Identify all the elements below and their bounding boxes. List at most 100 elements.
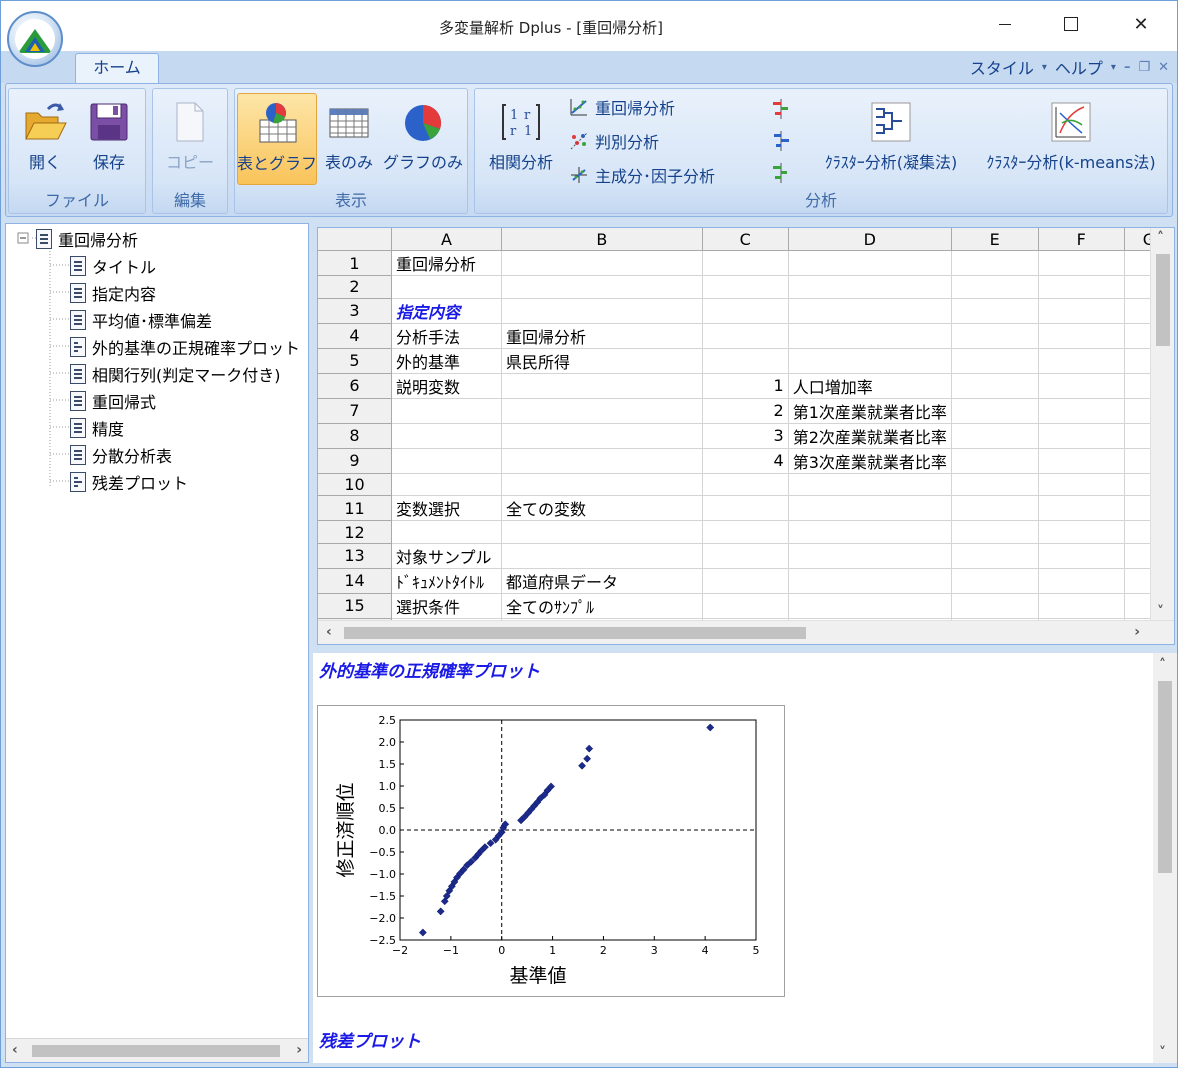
cell-e[interactable] xyxy=(951,348,1039,374)
cell-f[interactable] xyxy=(1038,373,1125,399)
cell-f[interactable] xyxy=(1038,448,1125,474)
cell-a[interactable] xyxy=(391,448,503,474)
row-header[interactable]: 6 xyxy=(318,373,393,399)
cell-a[interactable]: 変数選択 xyxy=(391,495,503,522)
table-only-button[interactable]: 表のみ xyxy=(319,93,379,185)
tree-item-anova-table[interactable]: 分散分析表 xyxy=(70,444,172,466)
cell-a[interactable]: 説明変数 xyxy=(391,373,503,399)
variable-chart-icon-2[interactable] xyxy=(769,129,793,153)
cell-d[interactable] xyxy=(788,593,952,619)
chevron-down-icon[interactable]: ▾ xyxy=(1111,62,1116,73)
mdi-minimize-icon[interactable]: – xyxy=(1124,60,1131,75)
cluster-kmeans-button[interactable]: ｸﾗｽﾀｰ分析(k-means法) xyxy=(977,93,1165,185)
cell-c[interactable] xyxy=(702,348,789,374)
cell-e[interactable] xyxy=(951,423,1039,449)
cell-a[interactable]: 重回帰分析 xyxy=(391,250,503,277)
cell-f[interactable] xyxy=(1038,495,1125,522)
scroll-down-icon[interactable]: ˅ xyxy=(1159,1045,1166,1061)
cell-e[interactable] xyxy=(951,543,1039,569)
copy-button[interactable]: コピー xyxy=(159,93,221,185)
cell-a[interactable]: 指定内容 xyxy=(391,298,503,324)
cell-d[interactable] xyxy=(788,250,952,277)
tree-item-mean-sd[interactable]: 平均値･標準偏差 xyxy=(70,309,212,331)
tree-item-normal-probability-plot[interactable]: 外的基準の正規確率プロット xyxy=(70,336,300,358)
cell-e[interactable] xyxy=(951,473,1039,497)
cell-d[interactable] xyxy=(788,495,952,522)
cell-b[interactable]: 全てのｻﾝﾌﾟﾙ xyxy=(501,593,703,619)
scroll-left-icon[interactable]: ‹ xyxy=(12,1042,18,1058)
scroll-right-icon[interactable]: › xyxy=(1134,624,1140,640)
scrollbar-thumb[interactable] xyxy=(32,1045,280,1057)
mdi-close-icon[interactable]: ✕ xyxy=(1158,60,1169,75)
save-button[interactable]: 保存 xyxy=(79,93,139,185)
row-header[interactable]: 2 xyxy=(318,275,393,299)
cell-f[interactable] xyxy=(1038,593,1125,619)
row-header[interactable]: 13 xyxy=(318,543,393,569)
row-header[interactable]: 8 xyxy=(318,423,393,449)
cell-a[interactable] xyxy=(391,275,503,299)
cell-e[interactable] xyxy=(951,250,1039,277)
cell-e[interactable] xyxy=(951,495,1039,522)
cell-f[interactable] xyxy=(1038,543,1125,569)
cell-a[interactable] xyxy=(391,520,503,544)
tree-item-title[interactable]: タイトル xyxy=(70,255,156,277)
corner-cell[interactable] xyxy=(318,228,393,252)
scroll-down-icon[interactable]: ˅ xyxy=(1157,604,1164,620)
cell-e[interactable] xyxy=(951,593,1039,619)
cell-e[interactable] xyxy=(951,448,1039,474)
cell-f[interactable] xyxy=(1038,423,1125,449)
cell-f[interactable] xyxy=(1038,323,1125,349)
row-header[interactable]: 1 xyxy=(318,250,393,277)
cell-f[interactable] xyxy=(1038,520,1125,544)
column-header-b[interactable]: B xyxy=(501,228,703,252)
cell-b[interactable] xyxy=(501,520,703,544)
cell-d[interactable]: 第1次産業就業者比率 xyxy=(788,398,952,424)
scrollbar-thumb[interactable] xyxy=(1158,681,1172,873)
cell-d[interactable] xyxy=(788,275,952,299)
cell-b[interactable]: 県民所得 xyxy=(501,348,703,374)
scroll-right-icon[interactable]: › xyxy=(296,1042,302,1058)
cell-c[interactable] xyxy=(702,298,789,324)
cell-b[interactable] xyxy=(501,473,703,497)
column-header-d[interactable]: D xyxy=(788,228,952,252)
column-header-a[interactable]: A xyxy=(391,228,503,252)
cell-a[interactable] xyxy=(391,398,503,424)
row-header[interactable]: 3 xyxy=(318,298,393,324)
open-button[interactable]: 開く xyxy=(15,93,75,185)
cell-a[interactable]: 選択条件 xyxy=(391,593,503,619)
cell-f[interactable] xyxy=(1038,568,1125,594)
cell-d[interactable]: 人口増加率 xyxy=(788,373,952,399)
row-header[interactable]: 14 xyxy=(318,568,393,594)
row-header[interactable]: 4 xyxy=(318,323,393,349)
cell-a[interactable] xyxy=(391,423,503,449)
help-menu[interactable]: ヘルプ xyxy=(1055,55,1103,79)
cell-e[interactable] xyxy=(951,275,1039,299)
cell-f[interactable] xyxy=(1038,398,1125,424)
correlation-analysis-button[interactable]: 1 r r 1 相関分析 xyxy=(479,93,563,185)
cell-b[interactable]: 都道府県データ xyxy=(501,568,703,594)
cell-f[interactable] xyxy=(1038,275,1125,299)
report-vertical-scrollbar[interactable]: ˄ ˅ xyxy=(1153,653,1177,1063)
sheet-horizontal-scrollbar[interactable]: ‹ › xyxy=(318,620,1174,644)
cell-e[interactable] xyxy=(951,373,1039,399)
pca-factor-analysis-button[interactable]: 主成分･因子分析 xyxy=(569,161,715,189)
cell-b[interactable] xyxy=(501,250,703,277)
cell-d[interactable] xyxy=(788,473,952,497)
cell-e[interactable] xyxy=(951,520,1039,544)
cell-b[interactable] xyxy=(501,398,703,424)
cell-b[interactable]: 全ての変数 xyxy=(501,495,703,522)
close-button[interactable]: ✕ xyxy=(1121,9,1161,39)
scrollbar-thumb[interactable] xyxy=(1156,254,1170,346)
cell-f[interactable] xyxy=(1038,250,1125,277)
cell-b[interactable] xyxy=(501,543,703,569)
cell-c[interactable]: 4 xyxy=(702,448,789,474)
cell-f[interactable] xyxy=(1038,298,1125,324)
cell-b[interactable] xyxy=(501,298,703,324)
minimize-button[interactable] xyxy=(985,9,1025,39)
cell-c[interactable] xyxy=(702,495,789,522)
cell-d[interactable] xyxy=(788,520,952,544)
row-header[interactable]: 12 xyxy=(318,520,393,544)
mdi-restore-icon[interactable]: ❐ xyxy=(1138,60,1150,75)
graph-only-button[interactable]: グラフのみ xyxy=(383,93,463,185)
column-header-e[interactable]: E xyxy=(951,228,1039,252)
